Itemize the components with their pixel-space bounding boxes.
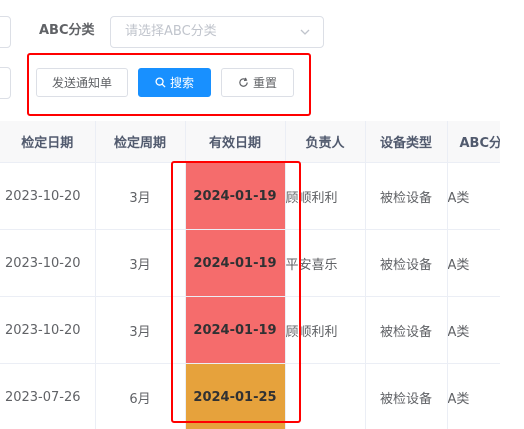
cell-inspect-date: 2023-10-20 bbox=[0, 296, 96, 364]
abc-category-placeholder: 请选择ABC分类 bbox=[125, 24, 217, 39]
col-header-period[interactable]: 检定周期 bbox=[95, 121, 186, 163]
cell-inspect-date: 2023-07-26 bbox=[0, 363, 96, 429]
cell-abc: A类 bbox=[447, 229, 500, 297]
cell-abc: A类 bbox=[447, 162, 500, 230]
col-header-owner[interactable]: 负责人 bbox=[285, 121, 366, 163]
cell-device-type: 被检设备 bbox=[365, 229, 448, 297]
cell-inspect-date: 2023-10-20 bbox=[0, 162, 96, 230]
expire-date-highlight-frame bbox=[171, 161, 301, 423]
input-stub-bottom[interactable] bbox=[0, 67, 11, 99]
cell-device-type: 被检设备 bbox=[365, 363, 448, 429]
col-header-expire-date[interactable]: 有效日期 bbox=[185, 121, 286, 163]
buttons-highlight-frame bbox=[27, 53, 311, 116]
cell-abc: A类 bbox=[447, 296, 500, 364]
table-scroll-area[interactable] bbox=[500, 121, 524, 429]
abc-category-select[interactable]: 请选择ABC分类 bbox=[110, 16, 324, 48]
input-stub-top[interactable] bbox=[0, 16, 11, 48]
chevron-down-icon bbox=[300, 29, 310, 35]
cell-inspect-date: 2023-10-20 bbox=[0, 229, 96, 297]
abc-category-label: ABC分类 bbox=[39, 23, 95, 38]
col-header-abc[interactable]: ABC分 bbox=[447, 121, 500, 163]
table-header-row: 检定日期 检定周期 有效日期 负责人 设备类型 ABC分 bbox=[0, 121, 500, 163]
col-header-inspect-date[interactable]: 检定日期 bbox=[0, 121, 96, 163]
cell-device-type: 被检设备 bbox=[365, 162, 448, 230]
col-header-device-type[interactable]: 设备类型 bbox=[365, 121, 448, 163]
cell-abc: A类 bbox=[447, 363, 500, 429]
cell-device-type: 被检设备 bbox=[365, 296, 448, 364]
